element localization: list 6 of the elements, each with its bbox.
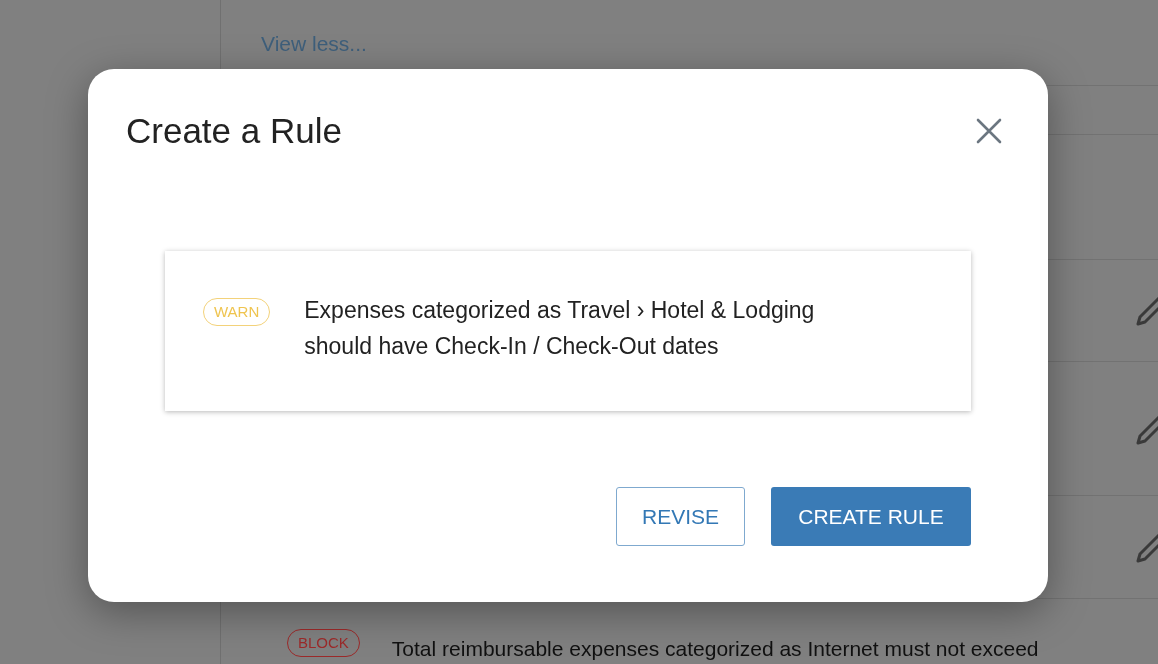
revise-button[interactable]: REVISE [616,487,745,546]
dialog-title: Create a Rule [126,110,342,152]
rule-text: Expenses categorized as Travel › Hotel & Lodging should have Check-In / Check-Out dates [304,296,816,361]
rule-text: Total reimbursable expenses categorized as Internet must not exceed [391,635,1039,662]
create-rule-button[interactable]: CREATE RULE [771,487,971,546]
close-icon[interactable] [976,118,1002,144]
